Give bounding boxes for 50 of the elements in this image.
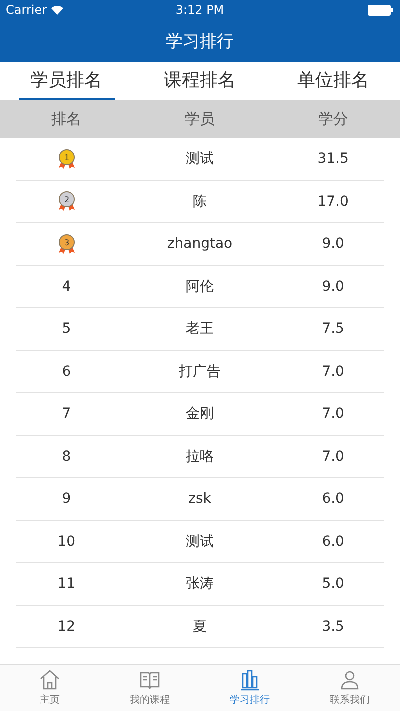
rank-cell: 11 <box>58 576 76 592</box>
credits-cell: 7.0 <box>322 406 344 422</box>
name-cell: 测试 <box>186 534 214 550</box>
credits-cell: 9.0 <box>322 278 344 295</box>
rank-cell: 9 <box>62 491 72 508</box>
rank-cell: 12 <box>58 618 76 635</box>
tab-bar-item[interactable]: 学习排行 <box>200 665 300 711</box>
name-cell: 陈 <box>192 194 207 210</box>
rank-cell: 4 <box>62 278 72 295</box>
credits-cell: 5.0 <box>322 576 344 592</box>
credits-cell: 7.0 <box>322 448 344 465</box>
status-time: 3:12 PM <box>176 3 224 17</box>
rank-cell: 7 <box>62 406 72 422</box>
tab-bar-item[interactable]: 我的课程 <box>100 665 200 711</box>
tab-bar-item[interactable]: 主页 <box>0 665 100 711</box>
name-cell: 打广告 <box>178 364 221 380</box>
credits-cell: 6.0 <box>322 491 344 508</box>
page-title: 学习排行 <box>166 30 234 52</box>
ranking-tab[interactable]: 单位排名 <box>285 62 382 100</box>
rank-cell: 10 <box>58 534 76 550</box>
home-icon <box>39 669 61 691</box>
credits-cell: 7.0 <box>322 364 344 380</box>
name-cell: 老王 <box>186 321 214 338</box>
wifi-icon <box>51 5 64 15</box>
name-cell: 金刚 <box>186 406 214 422</box>
tab-bar-item[interactable]: 联系我们 <box>300 665 400 711</box>
person-icon <box>339 669 361 691</box>
name-cell: 张涛 <box>186 576 214 592</box>
battery-icon <box>368 4 394 16</box>
credits-cell: 9.0 <box>322 236 344 252</box>
name-cell: zsk <box>188 491 212 508</box>
column-header: 排名 <box>52 110 82 128</box>
name-cell: 拉咯 <box>186 448 214 465</box>
credits-cell: 6.0 <box>322 534 344 550</box>
credits-cell: 31.5 <box>318 151 349 168</box>
column-header: 学员 <box>184 110 215 128</box>
bar-chart-icon <box>239 669 261 691</box>
credits-cell: 3.5 <box>322 618 344 635</box>
column-header: 学分 <box>318 110 348 128</box>
credits-cell: 7.5 <box>322 321 344 338</box>
name-cell: 测试 <box>186 151 214 168</box>
name-cell: zhangtao <box>167 236 233 252</box>
name-cell: 夏 <box>192 618 207 635</box>
rank-cell: 5 <box>62 321 72 338</box>
rank-cell: 6 <box>62 364 72 380</box>
carrier-label: Carrier <box>6 3 48 17</box>
credits-cell: 17.0 <box>318 194 349 210</box>
name-cell: 阿伦 <box>186 278 214 295</box>
rank-cell: 8 <box>62 448 72 465</box>
ranking-tab[interactable]: 课程排名 <box>152 62 248 100</box>
